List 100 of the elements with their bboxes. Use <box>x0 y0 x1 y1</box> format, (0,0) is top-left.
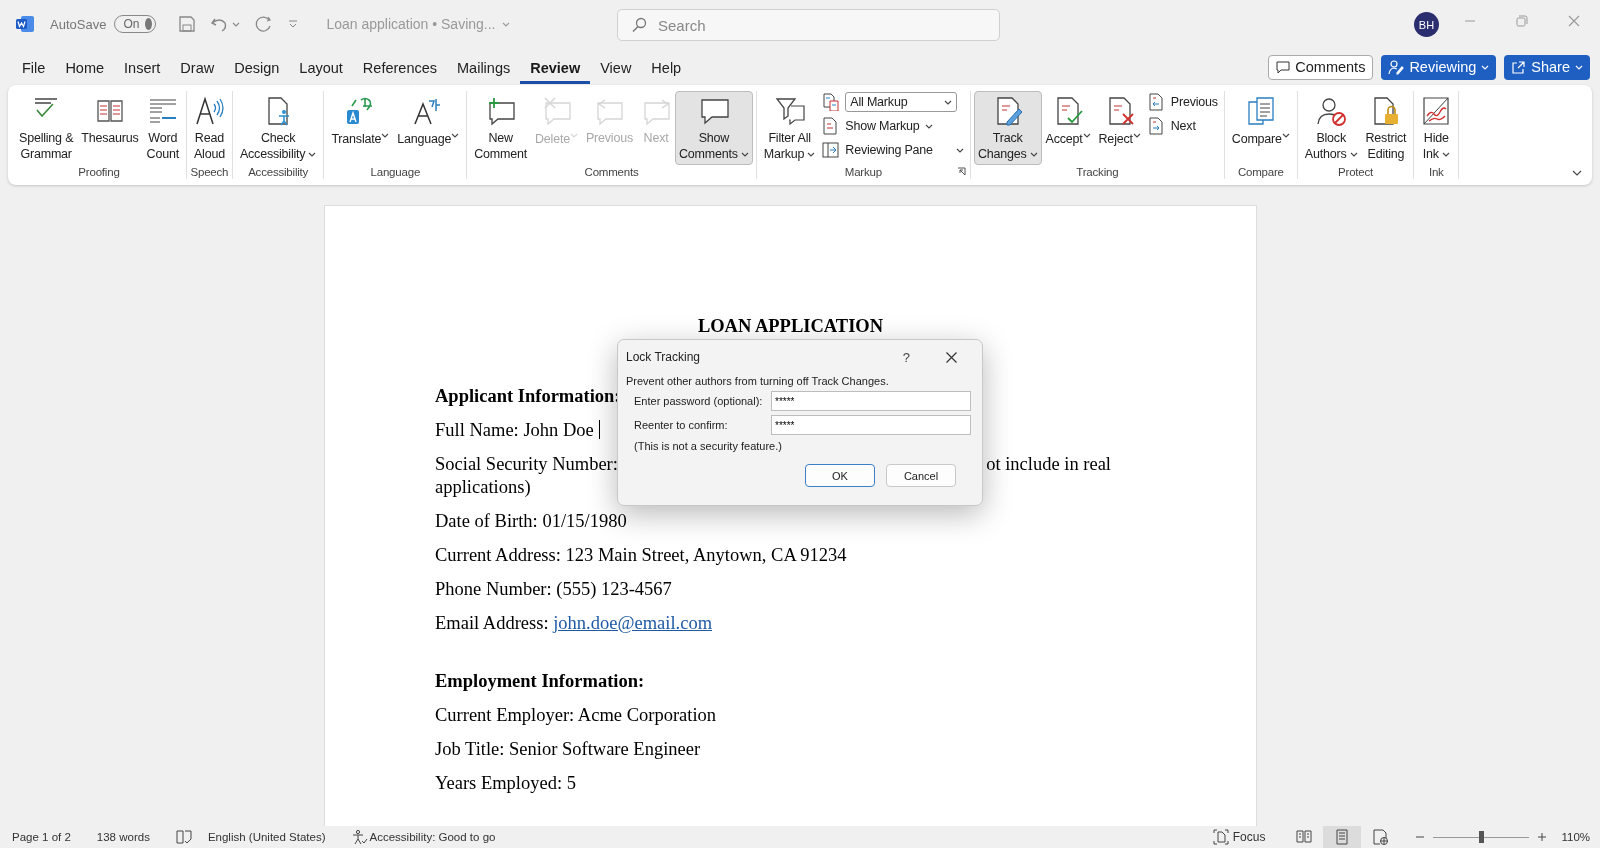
field-label: Enter password (optional): <box>634 395 764 407</box>
caret-icon <box>1281 132 1290 139</box>
menu-tab[interactable]: Help <box>641 53 692 84</box>
ribbon-button[interactable]: Show Markup <box>819 115 967 137</box>
caret-icon <box>1132 132 1141 139</box>
group-label: Speech <box>190 166 229 179</box>
previous-change-icon <box>1147 93 1166 111</box>
dialog-button[interactable]: OK <box>805 464 875 487</box>
password-field[interactable]: ***** <box>771 391 971 411</box>
page-count[interactable]: Page 1 of 2 <box>12 831 71 843</box>
ribbon-button[interactable]: Next <box>1144 115 1221 137</box>
view-button[interactable] <box>1323 826 1362 848</box>
word-count[interactable]: 138 words <box>96 831 150 843</box>
ribbon-button[interactable]: Hide Ink <box>1417 91 1456 165</box>
dialog-note: (This is not a security feature.) <box>633 440 783 452</box>
ribbon-button[interactable]: Check Accessibility <box>235 91 321 165</box>
word-count-icon <box>147 96 178 126</box>
section-heading: Employment Information: <box>435 670 645 693</box>
ribbon-button[interactable]: Filter All Markup <box>759 91 820 165</box>
focus-button[interactable]: Focus <box>1212 829 1266 845</box>
caret-icon[interactable] <box>232 20 241 28</box>
caret-icon <box>944 98 953 106</box>
document-text: Years Employed: 5 <box>435 773 576 793</box>
help-button[interactable]: ? <box>902 349 910 365</box>
ribbon-button[interactable]: Show Comments <box>675 91 753 165</box>
menu-tab[interactable]: File <box>12 53 56 84</box>
menu-tab[interactable]: Home <box>55 53 115 84</box>
text-cursor <box>598 420 600 439</box>
delete-comment-icon <box>541 96 572 126</box>
menu-tab[interactable]: Design <box>224 53 290 84</box>
reviewing-button[interactable]: Reviewing <box>1381 54 1497 80</box>
menu-tab[interactable]: References <box>352 53 447 84</box>
customize-icon[interactable] <box>288 19 299 29</box>
group-label: Proofing <box>78 166 120 179</box>
menu-tab[interactable]: Draw <box>170 53 225 84</box>
ribbon-button[interactable]: Translate <box>327 91 394 161</box>
ribbon-button[interactable]: Thesaurus <box>77 91 143 161</box>
email-link[interactable]: john.doe@email.com <box>553 613 713 633</box>
document-text: Date of Birth: 01/15/1980 <box>435 511 627 531</box>
caret-icon <box>1349 151 1358 158</box>
ribbon-button[interactable]: Block Authors <box>1300 91 1362 165</box>
caret-icon <box>1441 151 1450 158</box>
zoom-level[interactable]: 110% <box>1561 831 1590 843</box>
group-label: Accessibility <box>248 166 309 179</box>
dialog-title: Lock Tracking <box>626 350 702 364</box>
ribbon-button[interactable]: Previous <box>1144 91 1221 113</box>
caret-icon <box>569 132 578 139</box>
search-icon <box>631 17 647 33</box>
menu-tab[interactable]: Insert <box>114 53 171 84</box>
accessibility-status[interactable]: Accessibility: Good to go <box>351 829 496 845</box>
read-aloud-icon <box>194 96 225 126</box>
ribbon-button[interactable]: New Comment <box>470 91 532 165</box>
zoom-in-icon[interactable] <box>1537 832 1548 842</box>
share-button[interactable]: Share <box>1504 54 1590 80</box>
previous-comment-icon <box>594 96 625 126</box>
ribbon-button[interactable]: Restrict Editing <box>1361 91 1411 165</box>
ribbon-button[interactable]: Track Changes <box>973 91 1042 165</box>
dialog-button[interactable]: Cancel <box>886 464 956 487</box>
read-mode-icon <box>1296 829 1313 845</box>
user-avatar[interactable]: BH <box>1414 12 1439 37</box>
compare-icon <box>1245 96 1276 126</box>
document-text: applications) <box>435 476 531 499</box>
filter-icon <box>774 96 805 126</box>
caret-icon <box>501 20 511 28</box>
ribbon-button[interactable]: Language <box>393 91 464 161</box>
document-title-text: LOAN APPLICATION <box>697 315 884 338</box>
group-label: Ink <box>1428 166 1444 179</box>
group-label: Tracking <box>1076 166 1119 179</box>
ribbon-button[interactable]: Reject <box>1094 91 1145 161</box>
collapse-ribbon-icon[interactable] <box>1572 170 1582 177</box>
caret-icon <box>740 151 749 158</box>
word-logo-icon <box>16 15 34 33</box>
slider-thumb[interactable] <box>1479 831 1485 843</box>
menu-tab[interactable]: Layout <box>289 53 353 84</box>
zoom-slider[interactable] <box>1433 831 1530 843</box>
search-field[interactable]: Search <box>617 9 1000 41</box>
autosave-label: AutoSave <box>50 16 107 32</box>
block-authors-icon <box>1316 96 1347 126</box>
accessibility-icon <box>351 829 368 845</box>
dialog-launcher-icon[interactable] <box>956 167 966 176</box>
language-status[interactable]: English (United States) <box>207 831 326 843</box>
restore-icon[interactable] <box>1516 15 1528 27</box>
save-icon[interactable] <box>178 15 197 33</box>
ribbon-button[interactable]: Compare <box>1227 91 1294 161</box>
document-text: Current Employer: Acme Corporation <box>435 705 717 725</box>
password-field[interactable]: ***** <box>771 415 971 435</box>
ribbon-button[interactable]: Accept <box>1041 91 1095 161</box>
ribbon-button[interactable]: Reviewing Pane <box>819 139 967 161</box>
ribbon-button[interactable]: Word Count <box>142 91 183 165</box>
comments-button[interactable]: Comments <box>1268 54 1374 80</box>
caret-icon <box>1575 63 1583 71</box>
close-icon[interactable] <box>946 351 957 363</box>
menu-tab[interactable]: Mailings <box>447 53 521 84</box>
menu-tab[interactable]: View <box>590 53 642 84</box>
caret-icon <box>1481 63 1490 71</box>
ribbon-button[interactable]: Spelling & Grammar <box>15 91 78 165</box>
ribbon-button[interactable]: Read Aloud <box>189 91 229 165</box>
proofing-book-icon[interactable] <box>175 830 192 844</box>
document-text: Current Address: 123 Main Street, Anytown, CA 91234 <box>435 545 847 565</box>
caret-icon <box>955 146 964 154</box>
